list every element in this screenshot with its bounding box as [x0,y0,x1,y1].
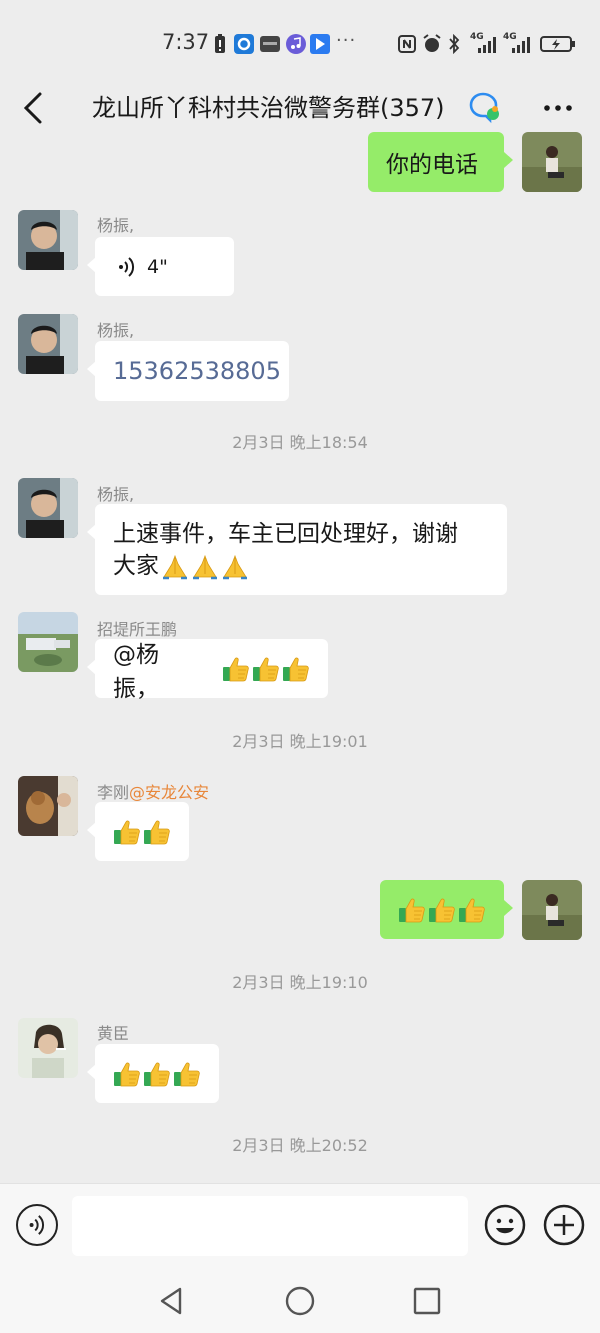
sender-avatar[interactable] [18,314,78,374]
sender-name: 杨振, [97,216,135,235]
thumbs-up-emoji-icon [222,655,250,683]
timestamp: 2月3日 晚上19:10 [232,973,368,992]
sender-avatar[interactable] [18,612,78,672]
message-bubble[interactable]: 上速事件，车主已回处理好，谢谢 大家 [87,504,507,595]
thumbs-up-emoji-icon [173,1060,201,1088]
nav-home-icon[interactable] [284,1285,316,1317]
signal-1-icon [478,37,496,53]
app-notification-icon [234,34,254,54]
sender-avatar[interactable] [18,478,78,538]
sender-avatar[interactable] [18,210,78,270]
timestamp: 2月3日 晚上19:01 [232,732,368,751]
pray-emoji-icon [221,552,249,580]
sender-name-text: 李刚 [97,783,130,802]
thumbs-up-emoji-icon [143,1060,171,1088]
message-bubble[interactable] [87,802,189,861]
thumbs-up-emoji-icon [282,655,310,683]
nav-recents-icon[interactable] [411,1285,443,1317]
input-bar [0,1183,600,1269]
message-bubble[interactable]: @杨振， [87,639,328,702]
battery-icon [540,36,575,52]
system-navigation-bar [0,1269,600,1333]
thumbs-up-emoji-icon [113,818,141,846]
thumbs-up-emoji-icon [143,818,171,846]
thumbs-up-emoji-icon [428,896,456,924]
message-text-line-1: 上速事件，车主已回处理好，谢谢 [113,521,458,547]
thumbs-up-emoji-icon [458,896,486,924]
thumbs-up-emoji-icon [113,1060,141,1088]
message-input[interactable] [72,1196,468,1256]
my-avatar[interactable] [522,132,582,192]
signal-2-icon [512,37,530,53]
enterprise-group-icon [469,92,499,124]
status-bar: 7:37 ··· 4G 4G [0,0,600,78]
voice-message-bubble[interactable]: 4" [87,237,234,296]
message-text-line-2: 大家 [113,553,159,579]
sender-organization-tag: @安龙公安 [129,783,210,802]
voice-input-icon[interactable] [16,1204,58,1246]
message-bubble[interactable]: 15362538805 [87,341,289,401]
chat-header: 龙山所丫科村共治微警务群(357) [0,78,600,140]
pray-emoji-icon [161,552,189,580]
bluetooth-icon [449,34,460,54]
sender-name: 杨振, [97,321,135,340]
thumbs-up-emoji-icon [252,655,280,683]
voice-duration: 4" [147,255,168,278]
back-arrow-icon[interactable] [18,88,48,128]
sender-avatar[interactable] [18,776,78,836]
battery-alert-icon [215,34,225,53]
music-app-icon [286,34,306,54]
voice-wave-icon [119,256,135,277]
message-text: 你的电话 [386,152,478,178]
timestamp: 2月3日 晚上20:52 [232,1136,368,1155]
chat-title: 龙山所丫科村共治微警务群(357) [92,94,445,122]
sender-name: 李刚@安龙公安 [97,779,209,803]
sender-name: 杨振, [97,485,135,504]
huawei-app-icon [260,36,280,52]
more-notifications-icon: ··· [336,30,357,51]
timestamp: 2月3日 晚上18:54 [232,433,368,452]
thumbs-up-emoji-icon [398,896,426,924]
message-bubble[interactable]: 你的电话 [368,132,513,192]
my-avatar[interactable] [522,880,582,940]
nav-back-icon[interactable] [156,1285,188,1317]
status-time: 7:37 [162,30,210,54]
pray-emoji-icon [191,552,219,580]
alarm-icon [423,34,441,52]
nfc-icon [398,35,416,53]
more-options-icon[interactable] [542,90,574,126]
add-attachment-icon[interactable] [543,1204,585,1246]
sender-name: 黄臣 [97,1024,130,1043]
message-bubble[interactable] [380,880,513,939]
message-text: @杨振， [113,641,159,702]
phone-number-link[interactable]: 15362538805 [113,357,281,385]
navigation-app-icon [310,34,330,54]
message-bubble[interactable] [87,1044,219,1103]
sender-avatar[interactable] [18,1018,78,1078]
emoji-picker-icon[interactable] [484,1204,526,1246]
